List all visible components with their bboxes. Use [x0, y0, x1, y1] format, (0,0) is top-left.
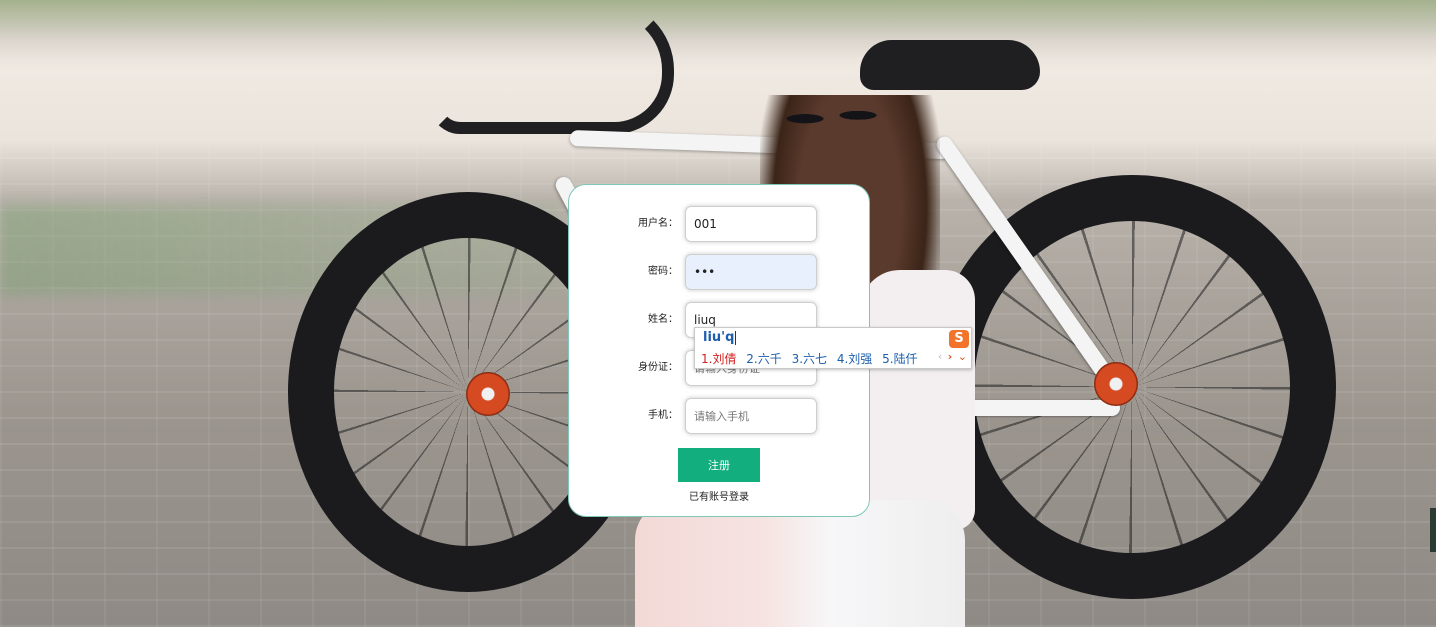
username-label: 用户名： [638, 218, 678, 229]
side-widget-tab[interactable] [1430, 508, 1436, 552]
person-body [860, 270, 975, 530]
ime-candidate-list: 1.刘倩 2.六千 3.六七 4.刘强 5.陆仟 [701, 350, 924, 367]
username-input[interactable] [685, 206, 817, 242]
name-label: 姓名： [648, 314, 678, 325]
ime-candidate[interactable]: 3.六七 [792, 350, 827, 367]
password-input[interactable] [685, 254, 817, 290]
bike-frame-chain-stay [960, 400, 1120, 416]
ime-composition: liu'q [703, 330, 737, 345]
text-caret [735, 330, 737, 345]
phone-input[interactable] [685, 398, 817, 434]
password-label: 密码： [648, 266, 678, 277]
ime-candidate[interactable]: 4.刘强 [837, 350, 872, 367]
chevron-down-icon[interactable]: ⌄ [958, 350, 967, 363]
phone-row: 手机： [568, 398, 868, 434]
chevron-left-icon[interactable]: ‹ [938, 350, 942, 363]
sunglasses [780, 100, 880, 134]
ime-candidate[interactable]: 2.六千 [746, 350, 781, 367]
chevron-right-icon[interactable]: › [948, 350, 953, 363]
sogou-logo-icon[interactable]: S [949, 330, 969, 348]
ime-candidate[interactable]: 5.陆仟 [882, 350, 917, 367]
username-row: 用户名： [568, 206, 868, 242]
ime-nav: ‹ › ⌄ [936, 350, 967, 363]
ime-candidate[interactable]: 1.刘倩 [701, 350, 736, 367]
phone-label: 手机： [648, 410, 678, 421]
bike-saddle [860, 40, 1040, 90]
password-row: 密码： [568, 254, 868, 290]
person-legs [635, 500, 965, 627]
bike-handlebar [430, 0, 674, 134]
login-link[interactable]: 已有账号登录 [668, 488, 770, 503]
id-card-label: 身份证： [638, 362, 678, 373]
bike-front-hub [466, 372, 510, 416]
bike-rear-hub [1094, 362, 1138, 406]
register-button[interactable]: 注册 [678, 448, 760, 482]
ime-candidate-popup: liu'q S 1.刘倩 2.六千 3.六七 4.刘强 5.陆仟 ‹ › ⌄ [694, 327, 972, 369]
